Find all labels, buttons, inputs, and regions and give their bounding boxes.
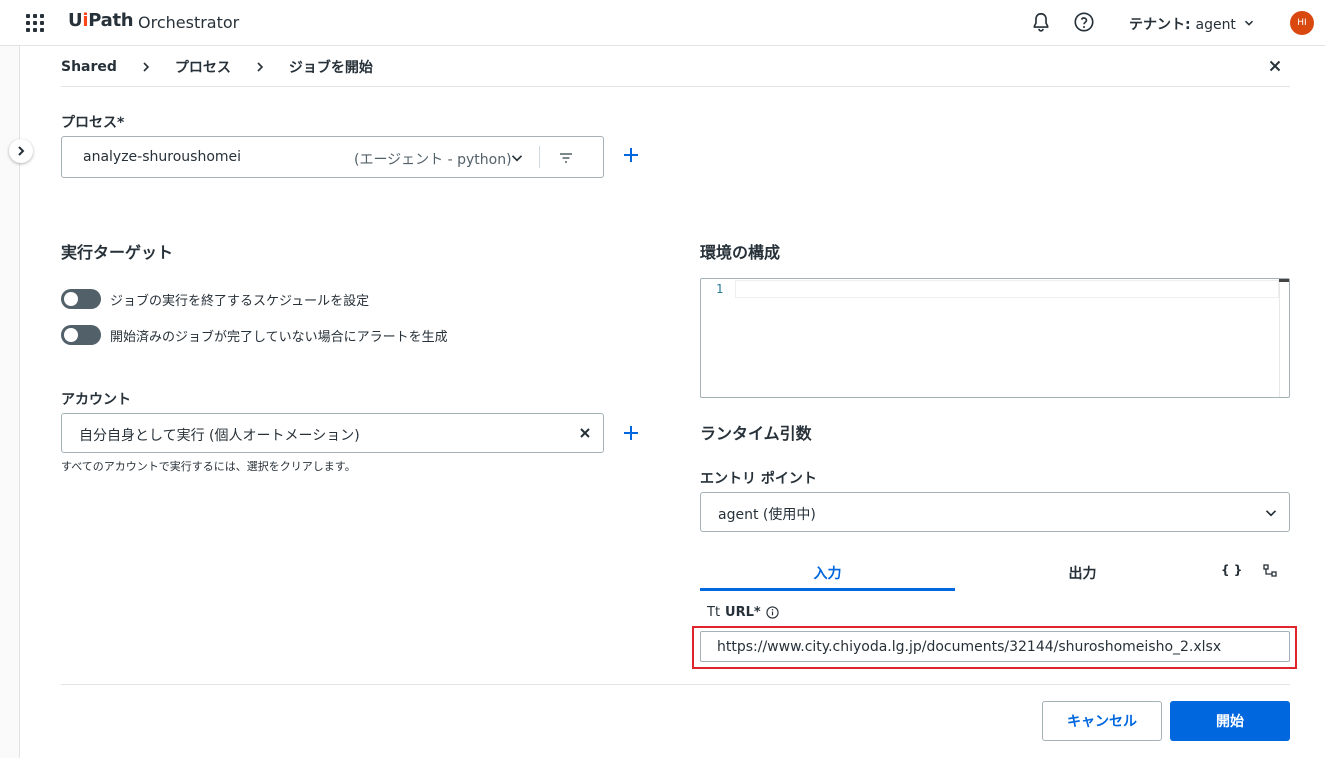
account-label: アカウント bbox=[61, 392, 131, 408]
entry-point-value: agent (使用中) bbox=[718, 507, 816, 523]
editor-current-line[interactable] bbox=[735, 280, 1279, 298]
tab-input[interactable]: 入力 bbox=[700, 563, 955, 591]
chevron-right-icon bbox=[257, 62, 264, 72]
help-icon[interactable] bbox=[1073, 11, 1095, 33]
filter-icon[interactable] bbox=[558, 150, 574, 166]
execution-target-title: 実行ターゲット bbox=[61, 243, 174, 262]
product-name: Orchestrator bbox=[138, 13, 240, 32]
env-config-editor[interactable]: 1 bbox=[700, 278, 1290, 398]
divider bbox=[61, 86, 1290, 87]
toggle-alert-row: 開始済みのジョブが完了していない場合にアラートを生成 bbox=[61, 325, 448, 345]
divider bbox=[61, 684, 1290, 685]
toggle-alert-label: 開始済みのジョブが完了していない場合にアラートを生成 bbox=[110, 329, 448, 345]
notifications-bell-icon[interactable] bbox=[1030, 11, 1052, 33]
tenant-selector[interactable]: テナント: agent bbox=[1129, 14, 1236, 34]
runtime-args-title: ランタイム引数 bbox=[700, 424, 812, 443]
toggle-schedule-label: ジョブの実行を終了するスケジュールを設定 bbox=[110, 293, 370, 309]
url-field-label: Tt URL* bbox=[707, 605, 779, 620]
app-launcher-icon[interactable] bbox=[26, 14, 44, 32]
process-label: プロセス* bbox=[61, 115, 125, 131]
clear-icon[interactable] bbox=[578, 426, 592, 440]
account-value: 自分自身として実行 (個人オートメーション) bbox=[79, 428, 360, 444]
process-type: (エージェント - python) bbox=[354, 152, 512, 168]
chevron-right-icon bbox=[18, 146, 25, 156]
json-braces-icon[interactable]: { } bbox=[1221, 563, 1242, 577]
add-account-plus-icon[interactable] bbox=[621, 423, 641, 443]
schema-tree-icon[interactable] bbox=[1263, 564, 1277, 578]
alert-toggle[interactable] bbox=[61, 325, 101, 345]
editor-line-number: 1 bbox=[716, 282, 724, 296]
uipath-logo[interactable]: UiPath bbox=[68, 10, 134, 31]
process-select[interactable]: analyze-shuroushomei (エージェント - python) bbox=[61, 136, 604, 178]
editor-scrollbar[interactable] bbox=[1279, 279, 1289, 397]
info-icon[interactable] bbox=[766, 606, 779, 619]
cancel-button[interactable]: キャンセル bbox=[1042, 701, 1162, 741]
add-process-plus-icon[interactable] bbox=[621, 145, 641, 165]
top-bar: UiPath Orchestrator テナント: agent HI bbox=[0, 0, 1325, 46]
close-icon[interactable] bbox=[1266, 57, 1284, 75]
breadcrumb-start-job: ジョブを開始 bbox=[288, 60, 373, 76]
env-config-title: 環境の構成 bbox=[700, 243, 781, 262]
text-type-icon: Tt bbox=[707, 605, 721, 620]
entry-point-select[interactable]: agent (使用中) bbox=[700, 492, 1290, 532]
breadcrumb-process[interactable]: プロセス bbox=[175, 57, 231, 77]
chevron-down-icon[interactable] bbox=[1243, 17, 1255, 29]
chevron-right-icon bbox=[143, 62, 150, 72]
breadcrumb-shared[interactable]: Shared bbox=[61, 59, 117, 75]
tab-output[interactable]: 出力 bbox=[955, 563, 1210, 591]
entry-point-label: エントリ ポイント bbox=[700, 471, 817, 487]
start-button[interactable]: 開始 bbox=[1170, 701, 1290, 741]
expand-panel-button[interactable] bbox=[9, 139, 33, 163]
process-name: analyze-shuroushomei bbox=[83, 149, 242, 165]
schedule-toggle[interactable] bbox=[61, 289, 101, 309]
account-hint: すべてのアカウントで実行するには、選択をクリアします。 bbox=[61, 460, 356, 473]
url-input[interactable] bbox=[700, 631, 1290, 662]
breadcrumb: Shared プロセス ジョブを開始 bbox=[61, 57, 373, 77]
chevron-down-icon[interactable] bbox=[510, 151, 524, 165]
user-avatar[interactable]: HI bbox=[1290, 11, 1314, 35]
divider bbox=[539, 146, 540, 168]
toggle-schedule-row: ジョブの実行を終了するスケジュールを設定 bbox=[61, 289, 369, 309]
chevron-down-icon[interactable] bbox=[1264, 506, 1278, 520]
account-select[interactable]: 自分自身として実行 (個人オートメーション) bbox=[61, 413, 604, 453]
